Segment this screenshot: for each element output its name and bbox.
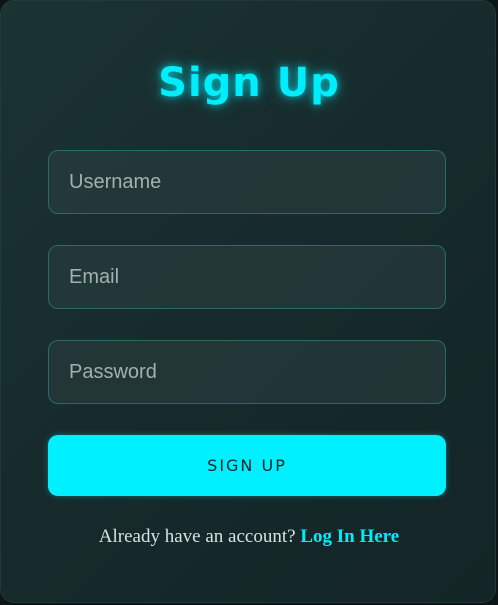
page-title: Sign Up (158, 60, 340, 106)
signup-card: Sign Up SIGN UP Already have an account?… (0, 0, 496, 603)
email-input[interactable] (48, 245, 446, 309)
password-input[interactable] (48, 340, 446, 404)
login-prompt: Already have an account? Log In Here (1, 526, 497, 548)
login-prompt-text: Already have an account? (98, 526, 296, 547)
login-link[interactable]: Log In Here (300, 526, 399, 547)
sign-up-button[interactable]: SIGN UP (48, 435, 446, 496)
username-input[interactable] (48, 150, 446, 214)
